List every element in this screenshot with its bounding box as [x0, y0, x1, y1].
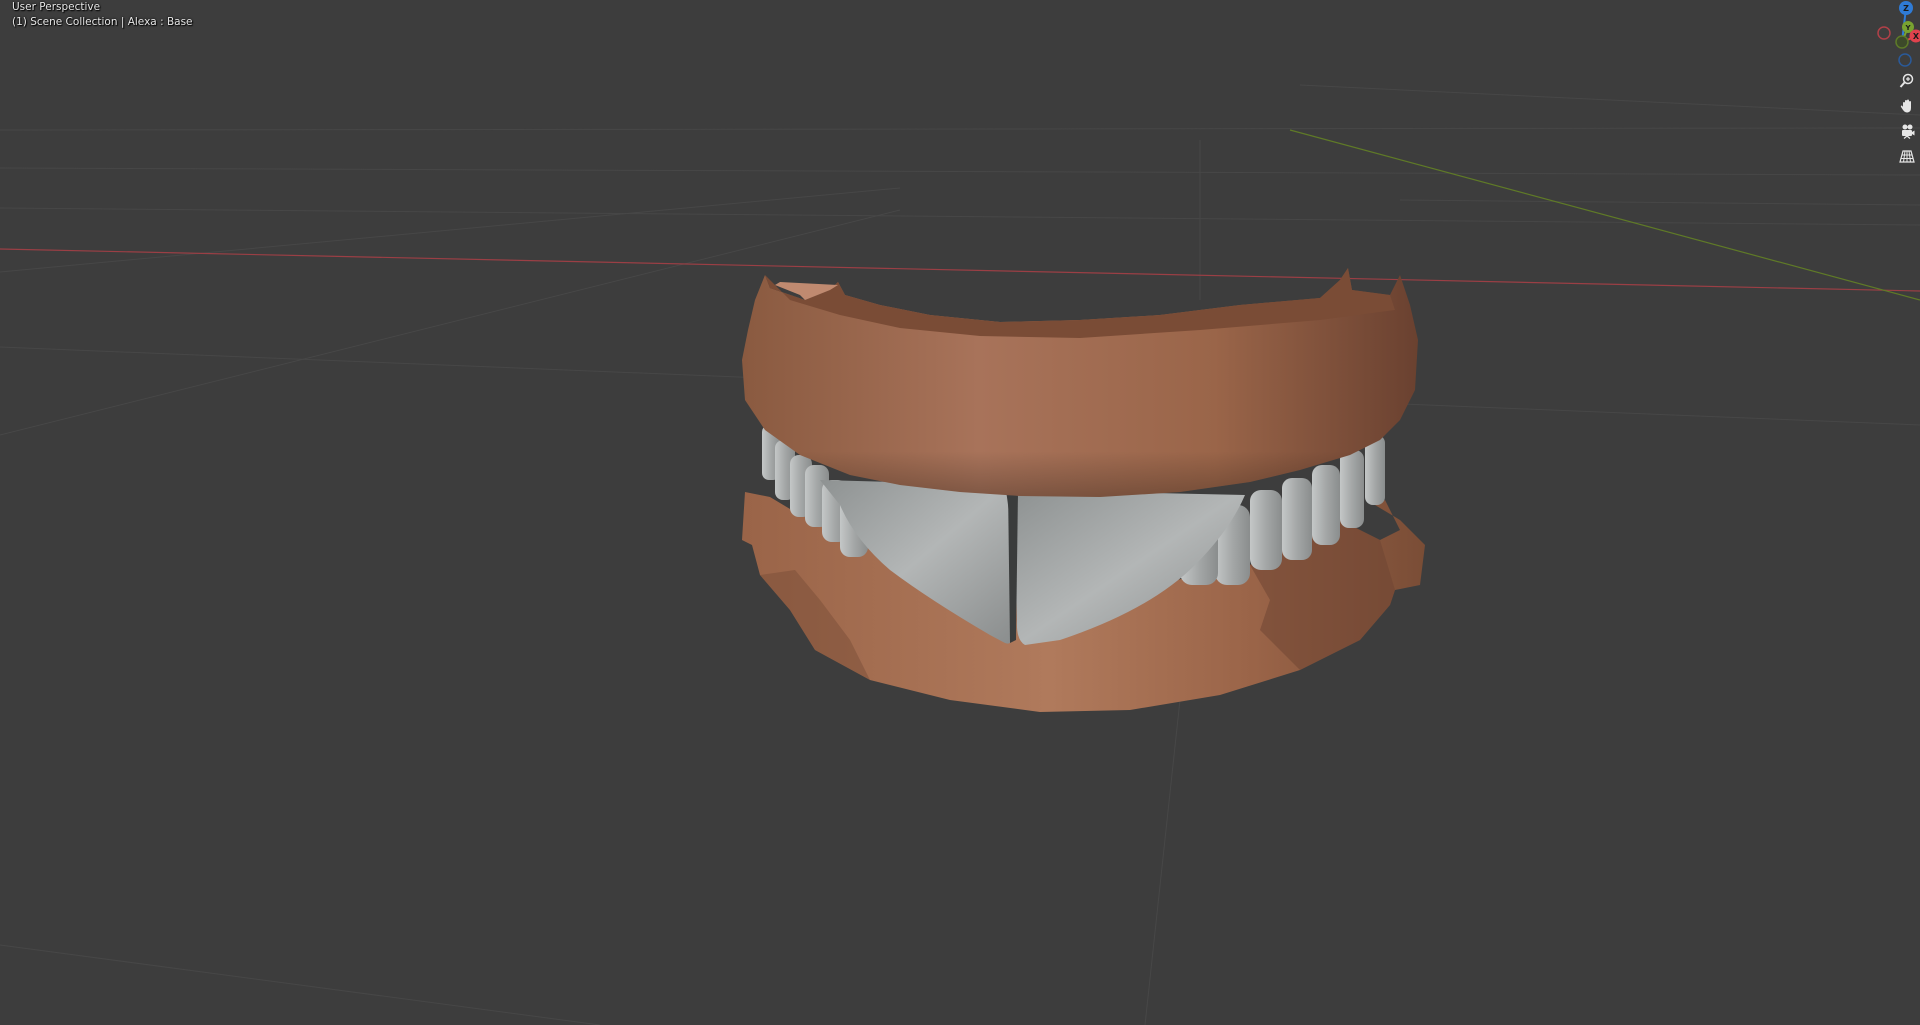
perspective-grid-icon [1899, 150, 1915, 163]
3d-viewport[interactable]: User Perspective (1) Scene Collection | … [0, 0, 1920, 1025]
perspective-toggle-button[interactable] [1896, 145, 1918, 167]
collection-info-label: (1) Scene Collection | Alexa : Base [12, 16, 193, 28]
z-axis-label: Z [1903, 4, 1909, 13]
pan-button[interactable] [1896, 95, 1918, 117]
zoom-button[interactable] [1896, 70, 1918, 92]
denture-model[interactable] [742, 268, 1425, 712]
x-axis-label: X [1913, 32, 1920, 41]
gizmo-drawing[interactable]: Z Y X [1840, 0, 1920, 70]
neg-z-axis-ball[interactable] [1898, 53, 1912, 67]
camera-view-icon [1902, 124, 1915, 139]
y-axis-label: Y [1904, 24, 1911, 32]
camera-view-button[interactable] [1896, 120, 1918, 142]
y-axis-line [1289, 129, 1920, 301]
zoom-icon [1899, 73, 1914, 88]
view-mode-label: User Perspective [12, 1, 101, 13]
x-axis-line [0, 248, 1920, 292]
neg-x-axis-ball[interactable] [1877, 26, 1891, 40]
pan-hand-icon [1900, 99, 1911, 113]
neg-y-axis-ball[interactable] [1895, 35, 1909, 49]
viewport-scene[interactable] [0, 0, 1920, 1025]
navigation-gizmo[interactable]: Z Y X [1840, 0, 1920, 70]
